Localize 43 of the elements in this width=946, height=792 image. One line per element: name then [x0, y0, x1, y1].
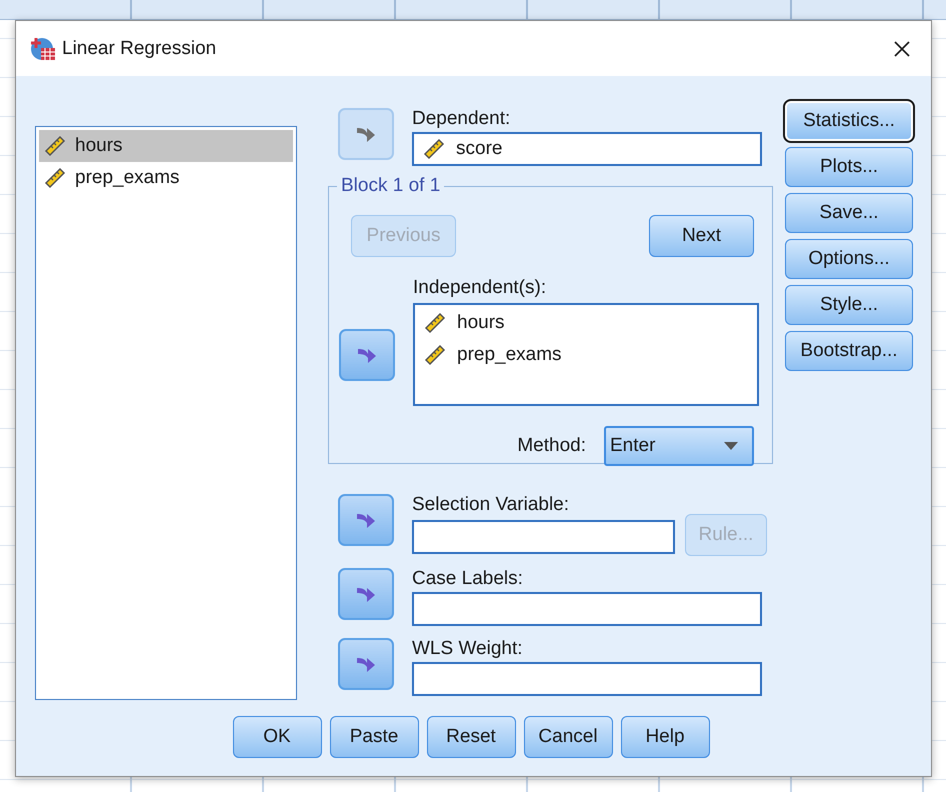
field-label: Dependent: [412, 108, 512, 130]
independent-list[interactable]: hours prep_exams [413, 303, 759, 406]
dialog-button[interactable]: Options... [785, 239, 913, 279]
ruler-icon [43, 134, 67, 158]
window-title: Linear Regression [62, 38, 218, 60]
field-label: Case Labels: [412, 568, 524, 590]
dialog-button[interactable]: Save... [785, 193, 913, 233]
dialog-button[interactable]: Plots... [785, 147, 913, 187]
dropdown-caret-icon [724, 442, 738, 450]
method-label: Method: [517, 435, 586, 457]
dialog-button[interactable]: Help [620, 716, 710, 758]
dialog-button[interactable]: Bootstrap... [785, 331, 913, 371]
move-button[interactable] [338, 494, 394, 546]
variable-name: prep_exams [457, 344, 562, 366]
dialog-button[interactable]: Statistics... [785, 101, 913, 141]
move-button[interactable] [338, 638, 394, 690]
selection-field[interactable] [412, 520, 675, 554]
ruler-icon [423, 311, 447, 335]
case-labels-field[interactable] [412, 592, 762, 626]
variable-item[interactable]: hours [39, 130, 293, 162]
dialog-button[interactable]: Style... [785, 285, 913, 325]
variable-name: score [456, 138, 502, 160]
dependent-field[interactable]: score [412, 132, 762, 166]
dialog-button[interactable]: Paste [330, 716, 418, 758]
next-button[interactable]: Next [649, 215, 754, 257]
method-dropdown[interactable]: Enter [604, 426, 754, 466]
field-label: Selection Variable: [412, 494, 570, 516]
wls-weight-field[interactable] [412, 662, 762, 696]
table-icon [30, 36, 58, 62]
move-button[interactable] [338, 568, 394, 620]
field-label: Independent(s): [413, 277, 548, 299]
dialog-button[interactable]: OK [232, 716, 322, 758]
field-label: WLS Weight: [412, 638, 524, 660]
variable-item[interactable]: prep_exams [39, 162, 293, 194]
ruler-icon [423, 343, 447, 367]
variable-name: hours [457, 312, 505, 334]
dialog-button[interactable]: Cancel [524, 716, 612, 758]
ruler-icon [43, 166, 67, 190]
close-icon[interactable] [893, 40, 911, 58]
dialog-button[interactable]: Reset [426, 716, 516, 758]
move-button[interactable] [339, 329, 395, 381]
variable-list[interactable]: hours prep_exams [35, 126, 297, 700]
ruler-icon [422, 137, 446, 161]
